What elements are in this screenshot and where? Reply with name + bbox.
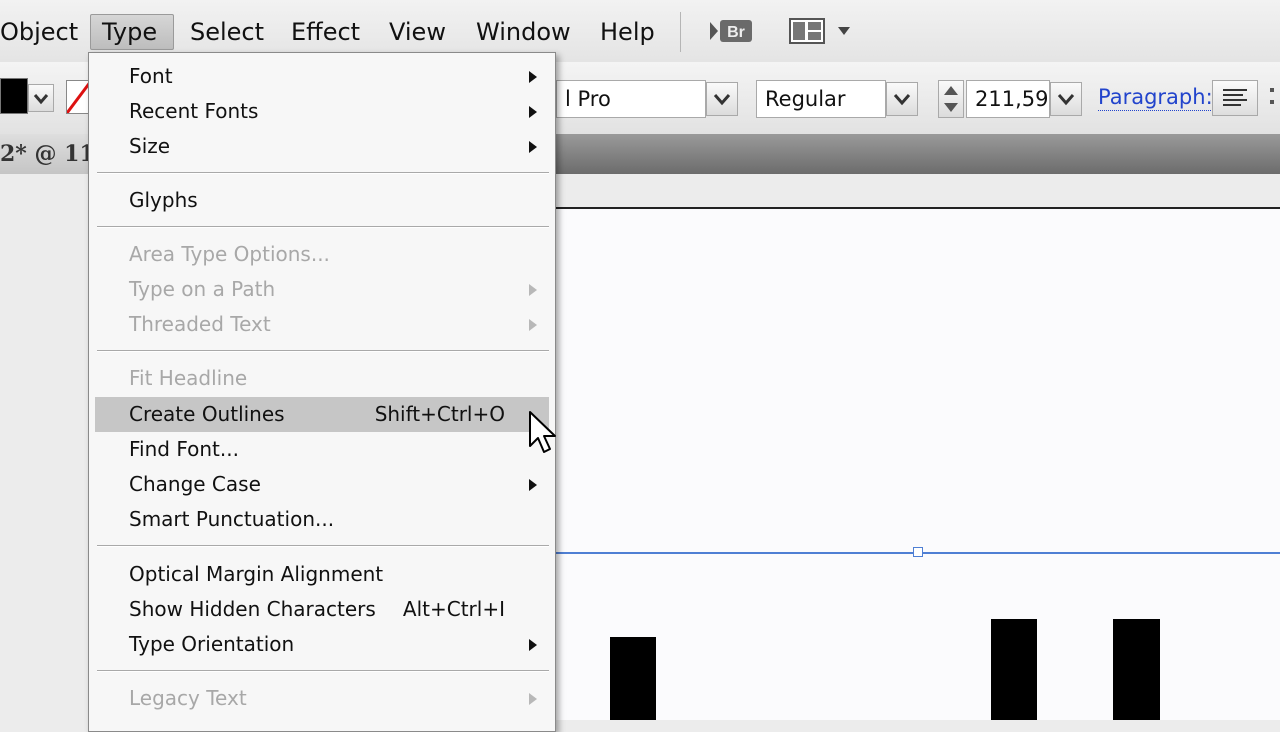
menu-item-glyphs[interactable]: Glyphs: [95, 183, 549, 218]
menu-item-label: Optical Margin Alignment: [129, 562, 384, 586]
menu-item-label: Type on a Path: [129, 277, 276, 301]
submenu-arrow-icon: [529, 319, 537, 331]
fill-color-swatch[interactable]: [0, 78, 28, 114]
menu-effect[interactable]: Effect: [285, 14, 366, 50]
bridge-button[interactable]: Br: [708, 16, 754, 46]
font-size-stepper[interactable]: [938, 80, 964, 118]
menu-item-shortcut: Shift+Ctrl+O: [374, 402, 505, 426]
menu-item-label: Show Hidden Characters: [129, 597, 376, 621]
menu-item-area-type-options: Area Type Options...: [95, 237, 549, 272]
chevron-down-icon: [33, 94, 49, 105]
menu-item-type-orientation[interactable]: Type Orientation: [95, 627, 549, 662]
arrange-documents-icon: [789, 18, 850, 44]
menu-item-label: Create Outlines: [129, 402, 285, 426]
menu-item-label: Find Font...: [129, 437, 239, 461]
menu-item-label: Font: [129, 64, 173, 88]
text-glyph: [1113, 619, 1160, 720]
submenu-arrow-icon: [529, 71, 537, 83]
menu-type[interactable]: Type: [90, 14, 174, 50]
menu-separator: [97, 670, 549, 672]
menu-item-label: Threaded Text: [129, 312, 271, 336]
submenu-arrow-icon: [529, 106, 537, 118]
menu-separator: [97, 350, 549, 352]
bridge-icon: Br: [710, 20, 752, 42]
gripper-dot: [1270, 100, 1274, 104]
submenu-arrow-icon: [529, 284, 537, 296]
font-style-field[interactable]: Regular: [756, 80, 886, 118]
type-menu-dropdown: Font Recent Fonts Size Glyphs Area Type …: [88, 52, 556, 732]
menu-item-show-hidden-characters[interactable]: Show Hidden Characters Alt+Ctrl+I: [95, 592, 549, 627]
menu-help[interactable]: Help: [594, 14, 661, 50]
menu-item-fit-headline: Fit Headline: [95, 361, 549, 396]
text-glyph: [610, 637, 656, 720]
menu-object[interactable]: Object: [0, 14, 84, 50]
menu-item-shortcut: Alt+Ctrl+I: [402, 597, 505, 621]
document-tab[interactable]: 2* @ 11: [0, 134, 90, 174]
artboard[interactable]: [556, 207, 1280, 720]
font-size-dropdown[interactable]: [1050, 82, 1082, 116]
submenu-arrow-icon: [529, 693, 537, 705]
submenu-arrow-icon: [529, 639, 537, 651]
chevron-down-icon: [1057, 94, 1075, 106]
bridge-label: Br: [727, 24, 745, 41]
menu-item-recent-fonts[interactable]: Recent Fonts: [95, 94, 549, 129]
paragraph-link[interactable]: Paragraph:: [1098, 84, 1213, 111]
font-style-dropdown[interactable]: [886, 82, 918, 116]
menu-item-label: Size: [129, 134, 171, 158]
submenu-arrow-icon: [529, 141, 537, 153]
chevron-down-icon: [893, 94, 911, 106]
menu-item-label: Fit Headline: [129, 366, 248, 390]
menu-item-label: Glyphs: [129, 188, 198, 212]
font-family-dropdown[interactable]: [706, 82, 738, 116]
menu-item-create-outlines[interactable]: Create Outlines Shift+Ctrl+O: [95, 397, 549, 432]
arrange-documents-button[interactable]: [788, 16, 854, 46]
menu-item-label: Change Case: [129, 472, 261, 496]
align-left-icon: [1223, 89, 1247, 106]
menu-item-smart-punctuation[interactable]: Smart Punctuation...: [95, 502, 549, 537]
fill-dropdown[interactable]: [28, 84, 54, 112]
menu-item-label: Type Orientation: [129, 632, 295, 656]
menu-item-size[interactable]: Size: [95, 129, 549, 164]
menu-item-legacy-text: Legacy Text: [95, 681, 549, 716]
menu-separator: [680, 12, 681, 52]
menu-item-type-on-a-path: Type on a Path: [95, 272, 549, 307]
mouse-pointer-icon: [529, 411, 556, 453]
menu-item-font[interactable]: Font: [95, 59, 549, 94]
text-anchor-point[interactable]: [913, 547, 923, 557]
chevron-down-icon: [713, 94, 731, 106]
submenu-arrow-icon: [529, 479, 537, 491]
menu-item-optical-margin-alignment[interactable]: Optical Margin Alignment: [95, 557, 549, 592]
menu-item-label: Smart Punctuation...: [129, 507, 335, 531]
font-family-field[interactable]: l Pro: [556, 80, 706, 118]
menu-item-label: Recent Fonts: [129, 99, 259, 123]
menu-separator: [97, 545, 549, 547]
menu-separator: [97, 172, 549, 174]
stepper-arrows-icon: [944, 86, 958, 112]
menu-item-label: Area Type Options...: [129, 242, 330, 266]
menu-item-find-font[interactable]: Find Font...: [95, 432, 549, 467]
align-left-button[interactable]: [1212, 80, 1258, 116]
menu-item-change-case[interactable]: Change Case: [95, 467, 549, 502]
menu-item-threaded-text: Threaded Text: [95, 307, 549, 342]
menu-view[interactable]: View: [383, 14, 452, 50]
menu-separator: [97, 226, 549, 228]
gripper-dot: [1270, 88, 1274, 92]
menu-item-label: Legacy Text: [129, 686, 247, 710]
menu-select[interactable]: Select: [184, 14, 270, 50]
text-glyph: [991, 619, 1037, 720]
font-size-field[interactable]: 211,59: [966, 80, 1050, 118]
menu-window[interactable]: Window: [470, 14, 577, 50]
